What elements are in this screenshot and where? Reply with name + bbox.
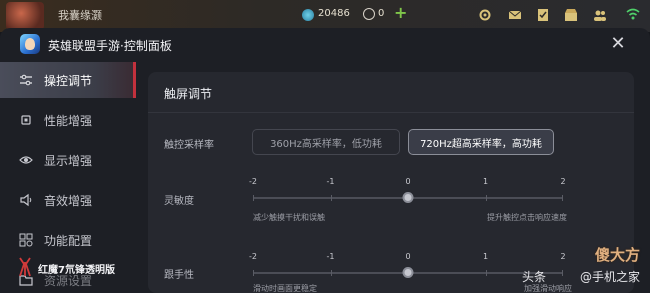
slider-thumb[interactable] <box>402 192 414 203</box>
coupon-icon <box>363 8 375 20</box>
section-title: 触屏调节 <box>164 87 213 101</box>
sidebar-item-features[interactable]: 功能配置 <box>0 222 136 258</box>
tick-label: 1 <box>482 177 489 186</box>
watermark: 傻大方 头条 @手机之家 <box>522 244 640 290</box>
tick-label: 1 <box>482 252 489 261</box>
sensitivity-slider[interactable]: -2 -1 0 1 2 <box>249 177 566 207</box>
sidebar-item-control[interactable]: 操控调节 <box>0 62 136 98</box>
sidebar-item-label: 功能配置 <box>44 233 93 248</box>
secondary-value: 0 <box>378 8 385 19</box>
close-button[interactable]: ✕ <box>609 35 627 53</box>
tick-label: 0 <box>405 177 411 186</box>
panel-header: 英雄联盟手游·控制面板 ✕ <box>0 28 650 62</box>
sample-rate-label: 触控采样率 <box>164 140 214 151</box>
device-brand: 红魔7氘锋透明版 <box>18 256 138 278</box>
player-avatar[interactable] <box>6 2 44 30</box>
sample-rate-option-720[interactable]: 720Hz超高采样率，高功耗 <box>408 129 554 155</box>
slider-thumb[interactable] <box>402 267 414 278</box>
tick-label: 0 <box>405 252 411 261</box>
friends-icon[interactable] <box>593 7 607 21</box>
follow-slider[interactable]: -2 -1 0 1 2 <box>249 252 566 282</box>
sliders-icon <box>19 73 33 87</box>
sidebar-item-label: 显示增强 <box>44 153 93 168</box>
currency-icon <box>302 9 314 21</box>
player-name: 我囊缘灏 <box>58 9 102 22</box>
tick-label: -1 <box>326 177 335 186</box>
sample-rate-option-360[interactable]: 360Hz高采样率，低功耗 <box>252 129 400 155</box>
watermark-source: 头条 <box>522 270 547 284</box>
store-icon[interactable] <box>564 7 578 21</box>
sidebar-item-label: 操控调节 <box>44 73 93 88</box>
mail-icon[interactable] <box>508 7 522 21</box>
device-brand-label: 红魔7氘锋透明版 <box>38 265 115 276</box>
slider-tick <box>485 270 487 276</box>
watermark-main: 傻大方 <box>594 246 640 264</box>
task-icon[interactable] <box>536 7 550 21</box>
watermark-author: @手机之家 <box>579 270 640 284</box>
slider-tick <box>562 195 563 201</box>
gear-icon[interactable] <box>478 7 492 21</box>
slider-tick <box>330 270 332 276</box>
follow-tick-labels: -2 -1 0 1 2 <box>249 252 566 264</box>
currency-value: 20486 <box>318 8 350 19</box>
tick-label: -2 <box>249 177 257 186</box>
follow-hint-left: 滑动时画面更稳定 <box>253 284 317 293</box>
eye-icon <box>19 153 33 167</box>
sidebar-item-audio[interactable]: 音效增强 <box>0 182 136 218</box>
sensitivity-hint-left: 减少触摸干扰和误触 <box>253 213 325 222</box>
tick-label: 2 <box>560 177 566 186</box>
sidebar-item-display[interactable]: 显示增强 <box>0 142 136 178</box>
grid-icon <box>19 233 33 247</box>
panel-title: 英雄联盟手游·控制面板 <box>48 39 172 53</box>
sidebar-item-label: 音效增强 <box>44 193 93 208</box>
speaker-icon <box>19 193 33 207</box>
slider-tick <box>253 195 254 201</box>
slider-tick <box>330 195 332 201</box>
wifi-icon <box>625 6 641 22</box>
sensitivity-hint-right: 提升触控点击响应速度 <box>487 213 567 222</box>
tick-label: -2 <box>249 252 257 261</box>
divider <box>148 112 634 113</box>
sensitivity-tick-labels: -2 -1 0 1 2 <box>249 177 566 189</box>
sidebar-item-label: 性能增强 <box>44 113 93 128</box>
slider-tick <box>253 270 254 276</box>
add-currency-button[interactable]: + <box>394 3 407 22</box>
game-app-icon <box>20 34 40 54</box>
sensitivity-label: 灵敏度 <box>164 196 194 207</box>
sidebar-item-performance[interactable]: 性能增强 <box>0 102 136 138</box>
chip-icon <box>19 113 33 127</box>
tick-label: -1 <box>326 252 335 261</box>
slider-tick <box>485 195 487 201</box>
follow-label: 跟手性 <box>164 270 194 281</box>
red-magic-logo-icon <box>18 256 32 278</box>
